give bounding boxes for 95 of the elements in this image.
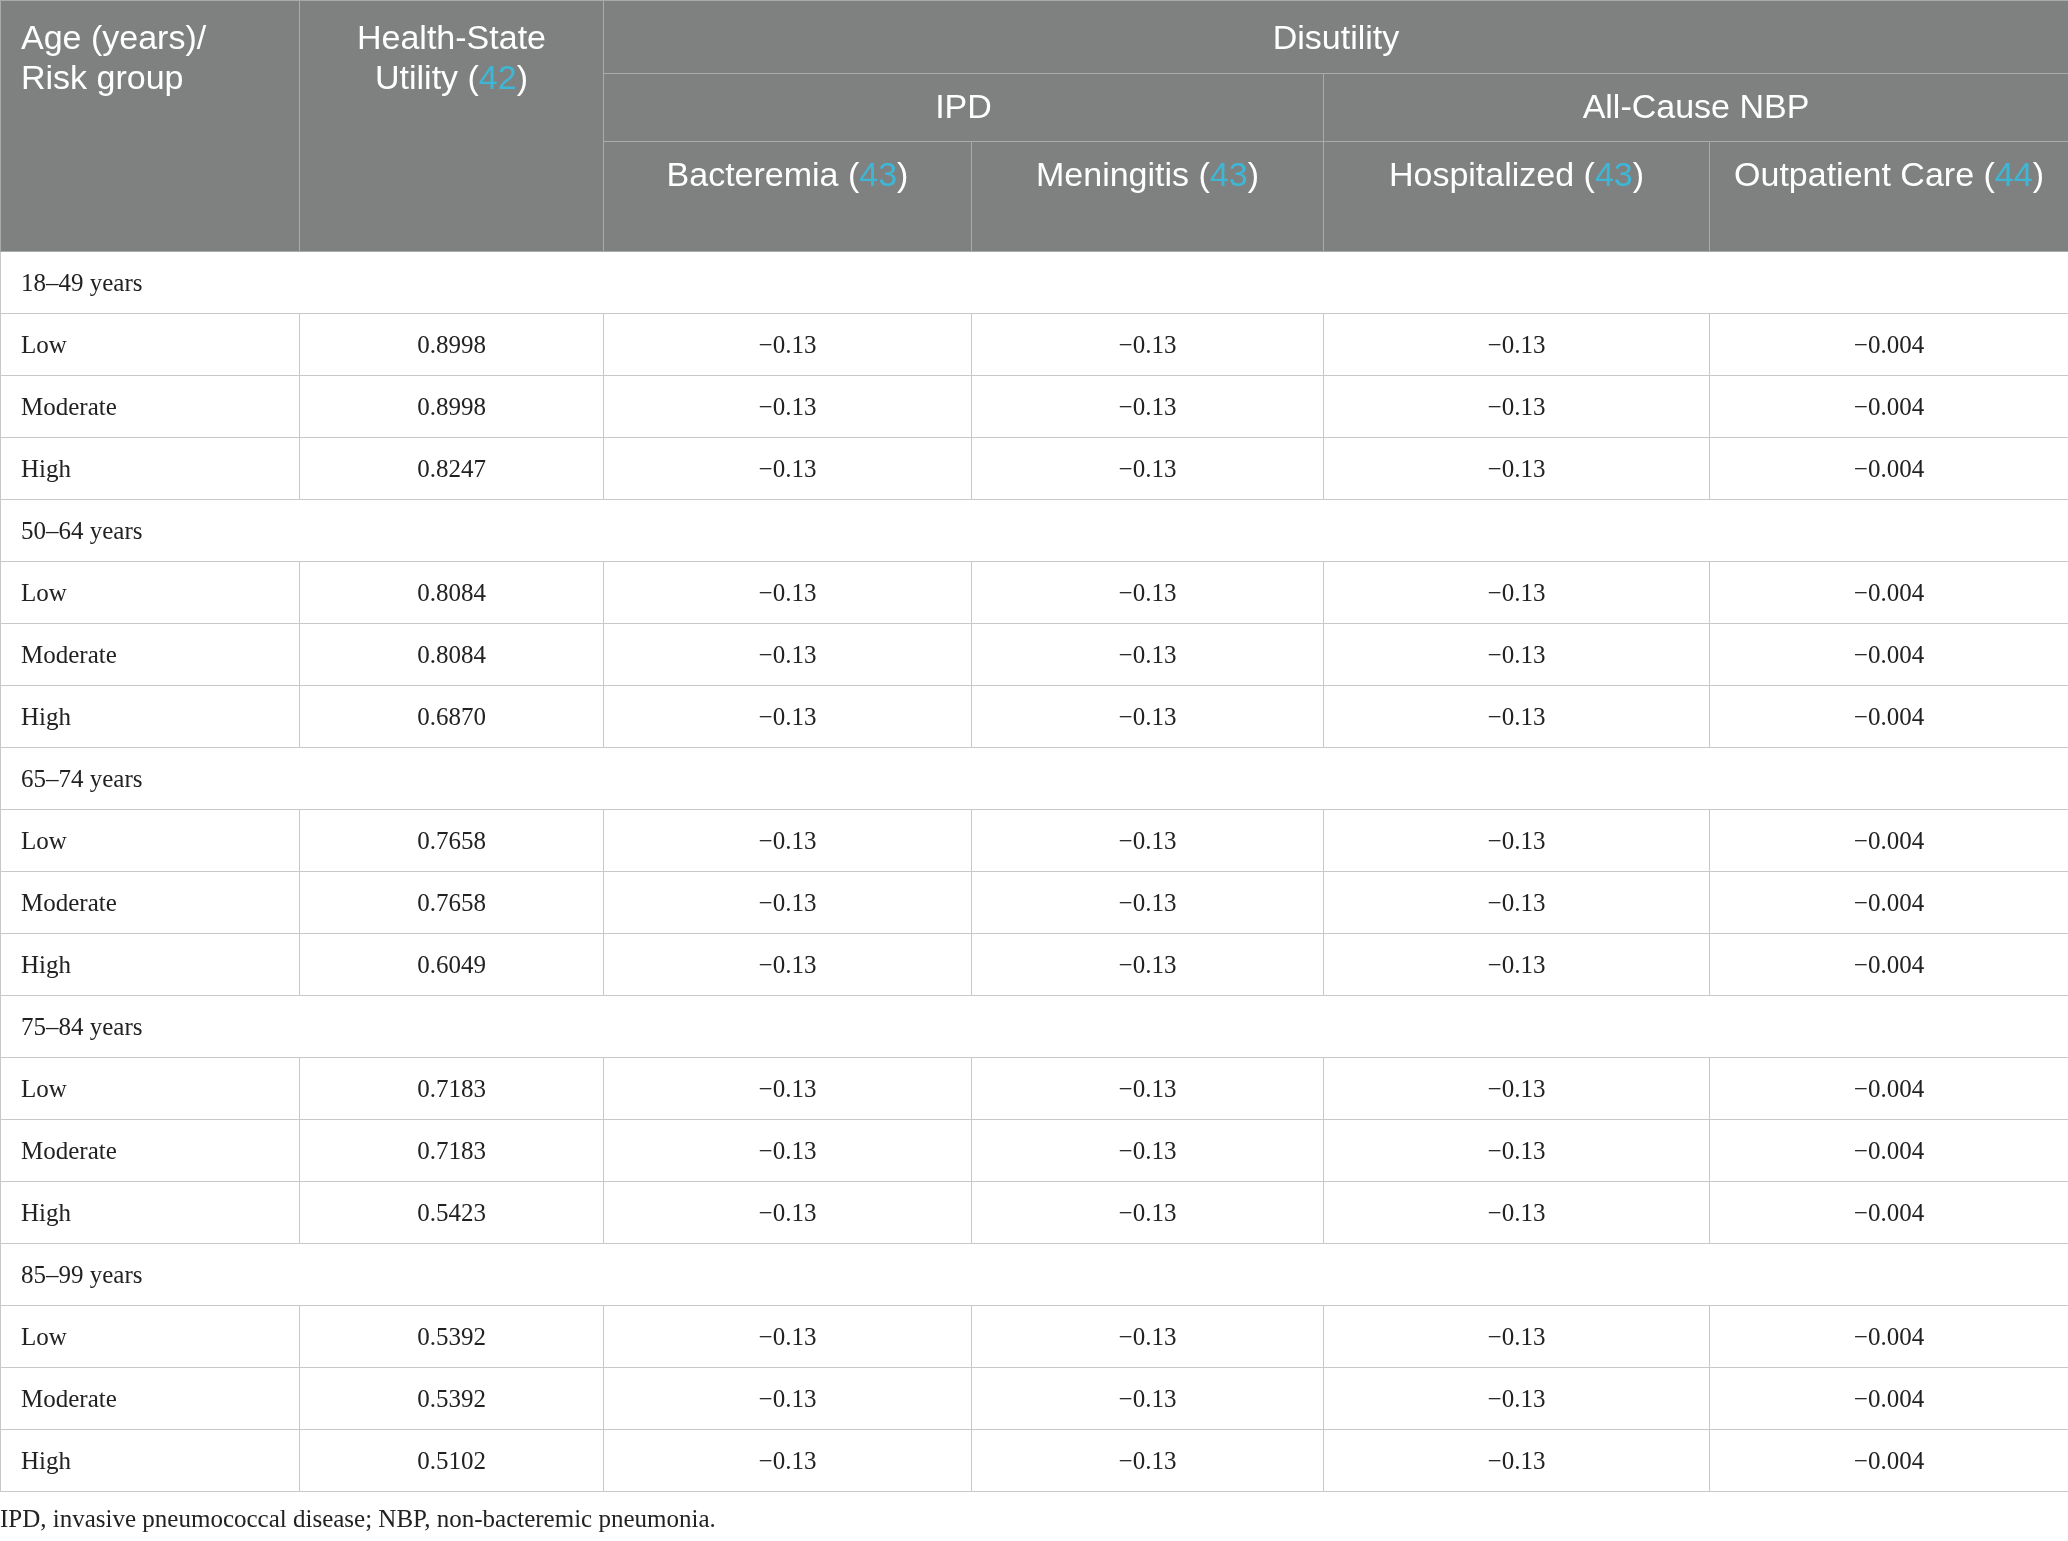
table-cell: −0.13 (971, 871, 1324, 934)
table-cell: −0.13 (971, 933, 1324, 996)
reference-link[interactable]: 43 (859, 155, 898, 193)
table-cell: −0.13 (971, 375, 1324, 438)
table-cell: −0.13 (603, 1305, 972, 1368)
table-cell: −0.13 (971, 1429, 1324, 1492)
table-cell: Low (0, 313, 300, 376)
table-cell: 0.5392 (299, 1367, 604, 1430)
table-cell: 0.8998 (299, 313, 604, 376)
table-cell: −0.13 (603, 1429, 972, 1492)
table-cell: 0.5392 (299, 1305, 604, 1368)
table-cell: Moderate (0, 375, 300, 438)
table-cell: −0.13 (1323, 313, 1710, 376)
table-cell: Moderate (0, 871, 300, 934)
table-cell: Low (0, 809, 300, 872)
table-cell: −0.13 (603, 871, 972, 934)
header-cell: Hospitalized (43) (1323, 141, 1710, 252)
table-cell: −0.13 (603, 1181, 972, 1244)
table-cell: Moderate (0, 1367, 300, 1430)
group-cell: 75–84 years (0, 995, 2068, 1058)
table-cell: −0.13 (1323, 561, 1710, 624)
table-cell: −0.13 (1323, 1181, 1710, 1244)
group-cell: 50–64 years (0, 499, 2068, 562)
table-cell: −0.13 (603, 1057, 972, 1120)
header-cell: IPD (603, 73, 1324, 142)
table-cell: Low (0, 561, 300, 624)
table-cell: −0.13 (971, 437, 1324, 500)
group-cell: 18–49 years (0, 251, 2068, 314)
header-cell: Bacteremia (43) (603, 141, 972, 252)
table-cell: −0.13 (1323, 933, 1710, 996)
table-cell: −0.13 (1323, 437, 1710, 500)
table-cell: −0.13 (971, 1119, 1324, 1182)
header-cell: Disutility (603, 0, 2068, 74)
table-cell: −0.13 (971, 1305, 1324, 1368)
table-cell: −0.13 (1323, 685, 1710, 748)
table-cell: High (0, 685, 300, 748)
table-cell: High (0, 437, 300, 500)
table-cell: −0.13 (603, 1367, 972, 1430)
table-cell: −0.13 (603, 623, 972, 686)
table-cell: −0.13 (1323, 623, 1710, 686)
table-cell: −0.13 (603, 437, 972, 500)
group-cell: 65–74 years (0, 747, 2068, 810)
table-cell: Low (0, 1057, 300, 1120)
table-cell: 0.7658 (299, 871, 604, 934)
table-cell: −0.13 (971, 685, 1324, 748)
header-cell: Meningitis (43) (971, 141, 1324, 252)
table-cell: 0.6049 (299, 933, 604, 996)
table-cell: −0.13 (603, 561, 972, 624)
table-cell: −0.13 (603, 375, 972, 438)
footnote: IPD, invasive pneumococcal disease; NBP, non-bacteremic pneumonia. (0, 1504, 717, 1534)
table-cell: −0.13 (1323, 1119, 1710, 1182)
table-cell: −0.13 (1323, 375, 1710, 438)
table-cell: 0.8998 (299, 375, 604, 438)
table-cell: Moderate (0, 623, 300, 686)
table-cell: −0.13 (1323, 871, 1710, 934)
table-cell: 0.8084 (299, 623, 604, 686)
table-cell: −0.13 (971, 561, 1324, 624)
reference-link[interactable]: 43 (1209, 155, 1248, 193)
header-cell: Age (years)/ Risk group (0, 0, 300, 252)
table-cell: −0.13 (603, 809, 972, 872)
table-cell: 0.5423 (299, 1181, 604, 1244)
table-cell: −0.13 (971, 1181, 1324, 1244)
table-cell: −0.13 (971, 313, 1324, 376)
table-cell: −0.13 (971, 809, 1324, 872)
table-cell: −0.13 (1323, 1367, 1710, 1430)
table-cell: 0.7183 (299, 1119, 604, 1182)
table-cell: Moderate (0, 1119, 300, 1182)
header-cell: All-Cause NBP (1323, 73, 2068, 142)
table-cell: −0.13 (971, 1057, 1324, 1120)
table-cell: −0.13 (603, 313, 972, 376)
table-cell: High (0, 1429, 300, 1492)
table-cell: 0.8084 (299, 561, 604, 624)
table-cell: −0.13 (1323, 809, 1710, 872)
table-cell: 0.7658 (299, 809, 604, 872)
table-cell: −0.13 (1323, 1057, 1710, 1120)
table-cell: 0.7183 (299, 1057, 604, 1120)
reference-link[interactable]: 42 (478, 58, 517, 96)
header-cell: Health-State Utility (42) (299, 0, 604, 252)
table-cell: 0.6870 (299, 685, 604, 748)
table-cell: High (0, 1181, 300, 1244)
group-cell: 85–99 years (0, 1243, 2068, 1306)
table-cell: −0.13 (1323, 1429, 1710, 1492)
table-cell: 0.8247 (299, 437, 604, 500)
reference-link[interactable]: 43 (1594, 155, 1633, 193)
table-cell: −0.13 (603, 685, 972, 748)
table-cell: Low (0, 1305, 300, 1368)
table-cell: −0.13 (971, 623, 1324, 686)
table-cell: −0.13 (971, 1367, 1324, 1430)
table-cell: −0.13 (603, 933, 972, 996)
reference-link[interactable]: 44 (1994, 155, 2033, 193)
table-cell: −0.13 (603, 1119, 972, 1182)
table-cell: 0.5102 (299, 1429, 604, 1492)
table-cell: −0.13 (1323, 1305, 1710, 1368)
table-cell: High (0, 933, 300, 996)
header-cell: Outpatient Care (44) (1709, 141, 2068, 252)
